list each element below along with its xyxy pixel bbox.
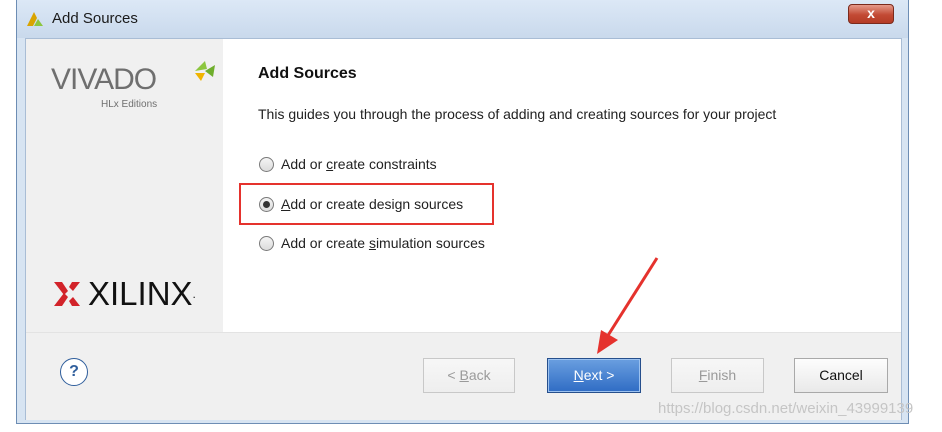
option-constraints[interactable]: Add or create constraints	[259, 156, 437, 172]
title-bar[interactable]: Add Sources x	[17, 0, 908, 38]
option-simulation-sources-label: Add or create simulation sources	[281, 235, 485, 251]
option-simulation-sources[interactable]: Add or create simulation sources	[259, 235, 485, 251]
vivado-edition: HLx Editions	[101, 99, 158, 110]
watermark-text: https://blog.csdn.net/weixin_43999139	[658, 400, 914, 417]
option-design-sources-label: Add or create design sources	[281, 196, 464, 212]
xilinx-logo: XILINX .	[52, 275, 196, 313]
radio-constraints[interactable]	[259, 156, 274, 172]
option-constraints-label: Add or create constraints	[281, 156, 437, 172]
radio-simulation-sources[interactable]	[259, 235, 274, 251]
close-button[interactable]: x	[848, 4, 894, 24]
vivado-wordmark: VIVADO	[51, 63, 157, 96]
dialog-content: VIVADO HLx Editions XILINX . Add Sources…	[25, 38, 902, 420]
window-title: Add Sources	[52, 10, 138, 27]
main-panel: Add Sources This guides you through the …	[223, 39, 901, 332]
branding-panel: VIVADO HLx Editions XILINX .	[26, 39, 223, 332]
next-button[interactable]: Next >	[547, 358, 641, 393]
page-description: This guides you through the process of a…	[258, 106, 777, 122]
vivado-logo: VIVADO HLx Editions	[51, 61, 215, 110]
option-design-sources[interactable]: Add or create design sources	[259, 196, 463, 212]
help-button[interactable]: ?	[60, 358, 88, 386]
vivado-app-icon	[27, 12, 43, 26]
radio-design-sources[interactable]	[259, 196, 274, 212]
cancel-button[interactable]: Cancel	[794, 358, 888, 393]
back-button[interactable]: < Back	[423, 358, 515, 393]
page-heading: Add Sources	[258, 65, 357, 82]
add-sources-dialog: Add Sources x VIVADO HLx Editions XILINX…	[16, 0, 909, 424]
xilinx-wordmark: XILINX	[88, 275, 193, 312]
xilinx-dot: .	[192, 287, 196, 301]
finish-button[interactable]: Finish	[671, 358, 764, 393]
vivado-leaf-icon	[195, 61, 215, 81]
xilinx-mark-icon	[54, 282, 80, 306]
